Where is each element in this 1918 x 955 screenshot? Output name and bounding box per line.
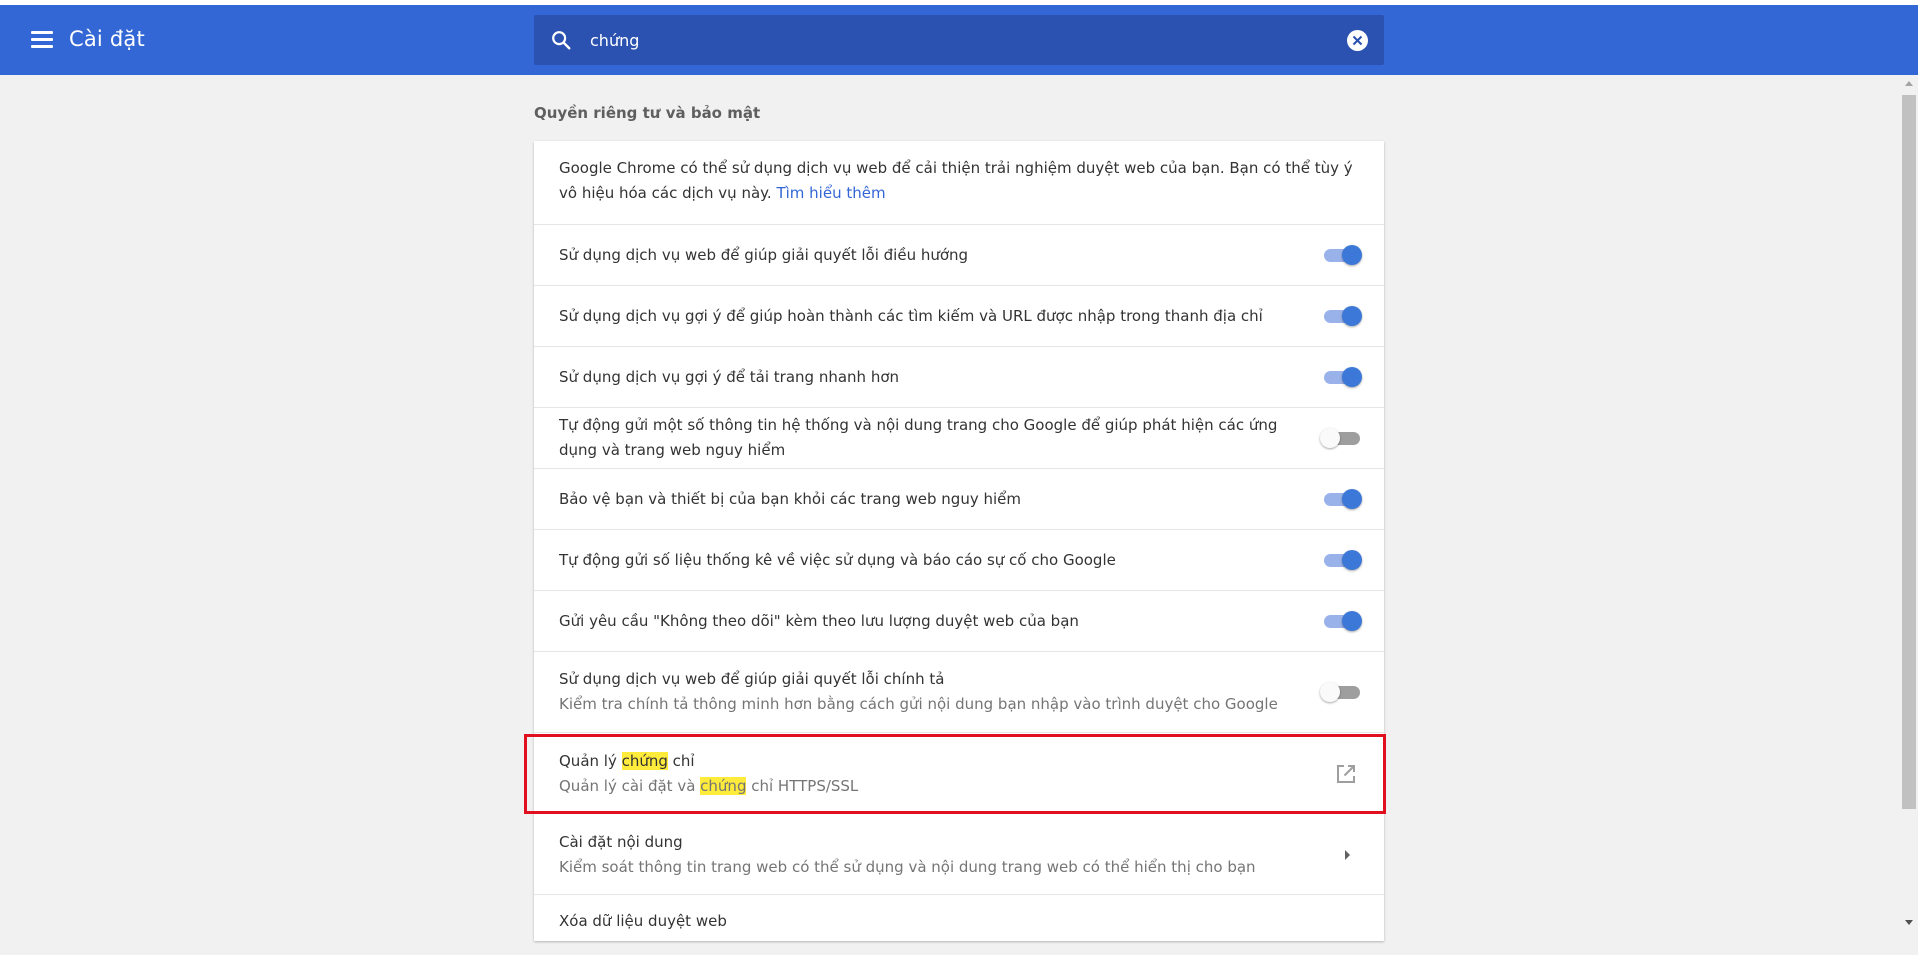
scroll-down-arrow-icon[interactable]	[1905, 920, 1913, 925]
setting-label: Sử dụng dịch vụ gợi ý để giúp hoàn thành…	[559, 307, 1263, 325]
setting-description: Kiểm soát thông tin trang web có thể sử …	[559, 858, 1256, 876]
section-title: Quyền riêng tư và bảo mật	[534, 104, 761, 122]
toggle-switch[interactable]	[1320, 245, 1362, 265]
setting-label: Sử dụng dịch vụ gợi ý để tải trang nhanh…	[559, 368, 900, 386]
setting-row-safe-browsing[interactable]: Bảo vệ bạn và thiết bị của bạn khỏi các …	[534, 468, 1384, 529]
setting-label: Sử dụng dịch vụ web để giúp giải quyết l…	[559, 246, 969, 264]
setting-row-do-not-track[interactable]: Gửi yêu cầu "Không theo dõi" kèm theo lư…	[534, 590, 1384, 651]
setting-row-clear-browsing-data[interactable]: Xóa dữ liệu duyệt web	[534, 894, 1384, 955]
setting-row-navigation-errors[interactable]: Sử dụng dịch vụ web để giúp giải quyết l…	[534, 224, 1384, 285]
scroll-thumb[interactable]	[1902, 95, 1916, 809]
scroll-up-arrow-icon[interactable]	[1905, 81, 1913, 86]
open-in-new-icon[interactable]	[1335, 763, 1357, 785]
setting-label: Tự động gửi số liệu thống kê về việc sử …	[559, 551, 1116, 569]
scrollbar[interactable]	[1900, 75, 1918, 931]
toggle-switch[interactable]	[1320, 550, 1362, 570]
intro-row: Google Chrome có thể sử dụng dịch vụ web…	[534, 141, 1384, 224]
intro-text: Google Chrome có thể sử dụng dịch vụ web…	[559, 159, 1353, 202]
setting-label: Quản lý chứng chỉ	[559, 752, 695, 770]
setting-row-manage-certificates[interactable]: Quản lý chứng chỉ Quản lý cài đặt và chứ…	[534, 732, 1384, 813]
search-icon	[552, 31, 571, 50]
setting-row-spelling[interactable]: Sử dụng dịch vụ web để giúp giải quyết l…	[534, 651, 1384, 732]
setting-row-usage-stats[interactable]: Tự động gửi số liệu thống kê về việc sử …	[534, 529, 1384, 590]
toggle-switch[interactable]	[1320, 682, 1360, 702]
privacy-card: Google Chrome có thể sử dụng dịch vụ web…	[534, 141, 1384, 941]
clear-icon[interactable]	[1347, 30, 1368, 51]
setting-label: Tự động gửi một số thông tin hệ thống và…	[559, 416, 1278, 459]
setting-label: Cài đặt nội dung	[559, 833, 683, 851]
setting-description: Kiểm tra chính tả thông minh hơn bằng cá…	[559, 695, 1278, 713]
search-box[interactable]	[534, 15, 1384, 65]
setting-label: Gửi yêu cầu "Không theo dõi" kèm theo lư…	[559, 612, 1079, 630]
toggle-switch[interactable]	[1320, 367, 1362, 387]
chevron-right-icon[interactable]	[1342, 849, 1352, 861]
setting-row-content-settings[interactable]: Cài đặt nội dung Kiểm soát thông tin tra…	[534, 813, 1384, 894]
toggle-switch[interactable]	[1320, 306, 1362, 326]
setting-label: Bảo vệ bạn và thiết bị của bạn khỏi các …	[559, 490, 1021, 508]
search-highlight: chứng	[621, 752, 668, 770]
setting-label: Xóa dữ liệu duyệt web	[559, 912, 727, 930]
setting-row-search-suggestions[interactable]: Sử dụng dịch vụ gợi ý để giúp hoàn thành…	[534, 285, 1384, 346]
setting-description: Quản lý cài đặt và chứng chỉ HTTPS/SSL	[559, 777, 859, 795]
search-highlight: chứng	[700, 777, 747, 795]
learn-more-link[interactable]: Tìm hiểu thêm	[776, 184, 885, 202]
toggle-switch[interactable]	[1320, 428, 1360, 448]
setting-label: Sử dụng dịch vụ web để giúp giải quyết l…	[559, 670, 945, 688]
settings-header: Cài đặt	[0, 5, 1918, 75]
menu-icon[interactable]	[29, 28, 55, 52]
toggle-switch[interactable]	[1320, 489, 1362, 509]
toggle-switch[interactable]	[1320, 611, 1362, 631]
setting-row-safe-browsing-reports[interactable]: Tự động gửi một số thông tin hệ thống và…	[534, 407, 1384, 468]
page-title: Cài đặt	[69, 27, 145, 51]
setting-row-prefetch[interactable]: Sử dụng dịch vụ gợi ý để tải trang nhanh…	[534, 346, 1384, 407]
search-input[interactable]	[590, 25, 1310, 55]
